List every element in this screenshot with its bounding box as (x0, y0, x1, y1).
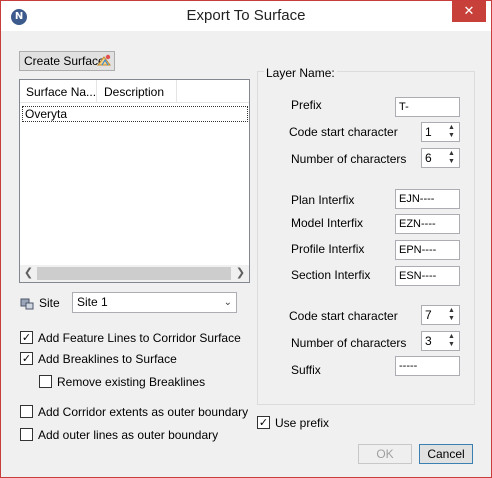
checkbox-label: Add outer lines as outer boundary (38, 428, 219, 442)
num-chars-2-value: 3 (425, 334, 432, 348)
checkbox-label: Add Breaklines to Surface (38, 352, 177, 366)
site-select-value: Site 1 (77, 295, 108, 309)
close-button[interactable]: ✕ (452, 1, 486, 22)
surface-list[interactable]: Surface Na... Description Overyta ❮ ❯ (19, 79, 250, 283)
checkbox-box[interactable] (39, 375, 52, 388)
site-label: Site (39, 296, 60, 310)
code-start-stepper[interactable]: 1 ▲ ▼ (421, 122, 460, 142)
scroll-left-icon[interactable]: ❮ (20, 265, 37, 282)
create-surface-label: Create Surface (24, 54, 105, 68)
checkbox-label: Add Feature Lines to Corridor Surface (38, 331, 241, 345)
create-surface-icon (97, 54, 111, 66)
scrollbar-thumb[interactable] (37, 267, 231, 280)
spin-down-icon[interactable]: ▼ (445, 132, 458, 140)
num-chars-2-stepper[interactable]: 3 ▲ ▼ (421, 331, 460, 351)
prefix-label: Prefix (291, 98, 322, 112)
scroll-right-icon[interactable]: ❯ (232, 265, 249, 282)
site-select[interactable]: Site 1 ⌄ (72, 292, 237, 313)
list-item[interactable]: Overyta (22, 106, 248, 122)
title-bar: N Export To Surface ✕ (1, 1, 491, 31)
spin-down-icon[interactable]: ▼ (445, 341, 458, 349)
ok-button[interactable]: OK (358, 444, 412, 464)
create-surface-button[interactable]: Create Surface (19, 51, 115, 71)
profile-interfix-input[interactable]: EPN---- (395, 240, 460, 260)
checkbox-label: Use prefix (275, 416, 330, 430)
num-chars-stepper[interactable]: 6 ▲ ▼ (421, 148, 460, 168)
checkbox-label: Remove existing Breaklines (57, 375, 206, 389)
list-item-name: Overyta (25, 107, 68, 121)
column-header-surface-name[interactable]: Surface Na... (26, 85, 96, 99)
suffix-input[interactable]: ----- (395, 356, 460, 376)
spin-up-icon[interactable]: ▲ (445, 333, 458, 341)
model-interfix-input[interactable]: EZN---- (395, 214, 460, 234)
profile-interfix-label: Profile Interfix (291, 242, 365, 256)
column-header-description[interactable]: Description (104, 85, 164, 99)
checkbox-label: Add Corridor extents as outer boundary (38, 405, 249, 419)
spin-up-icon[interactable]: ▲ (445, 150, 458, 158)
code-start-2-label: Code start character (289, 309, 398, 323)
model-interfix-label: Model Interfix (291, 216, 364, 230)
spin-down-icon[interactable]: ▼ (445, 315, 458, 323)
spin-up-icon[interactable]: ▲ (445, 124, 458, 132)
num-chars-value: 6 (425, 151, 432, 165)
checkbox-box[interactable]: ✓ (257, 416, 270, 429)
export-to-surface-dialog: N Export To Surface ✕ Create Surface Sur… (0, 0, 492, 478)
code-start-2-stepper[interactable]: 7 ▲ ▼ (421, 305, 460, 325)
code-start-value: 1 (425, 125, 432, 139)
layer-name-group-title: Layer Name: (264, 66, 337, 80)
spin-down-icon[interactable]: ▼ (445, 158, 458, 166)
section-interfix-label: Section Interfix (291, 268, 371, 282)
code-start-2-value: 7 (425, 308, 432, 322)
plan-interfix-input[interactable]: EJN---- (395, 189, 460, 209)
suffix-label: Suffix (291, 363, 321, 377)
plan-interfix-label: Plan Interfix (291, 193, 355, 207)
horizontal-scrollbar[interactable]: ❮ ❯ (20, 265, 249, 282)
code-start-label: Code start character (289, 125, 398, 139)
site-icon (20, 298, 34, 310)
section-interfix-input[interactable]: ESN---- (395, 266, 460, 286)
prefix-input[interactable]: T- (395, 97, 460, 117)
checkbox-box[interactable] (20, 428, 33, 441)
checkbox-box[interactable]: ✓ (20, 331, 33, 344)
window-title: Export To Surface (186, 7, 306, 24)
cancel-button[interactable]: Cancel (419, 444, 473, 464)
num-chars-2-label: Number of characters (291, 336, 407, 350)
list-header: Surface Na... Description (20, 80, 249, 103)
num-chars-label: Number of characters (291, 152, 407, 166)
spin-up-icon[interactable]: ▲ (445, 307, 458, 315)
checkbox-box[interactable]: ✓ (20, 352, 33, 365)
chevron-down-icon: ⌄ (223, 297, 232, 308)
checkbox-box[interactable] (20, 405, 33, 418)
